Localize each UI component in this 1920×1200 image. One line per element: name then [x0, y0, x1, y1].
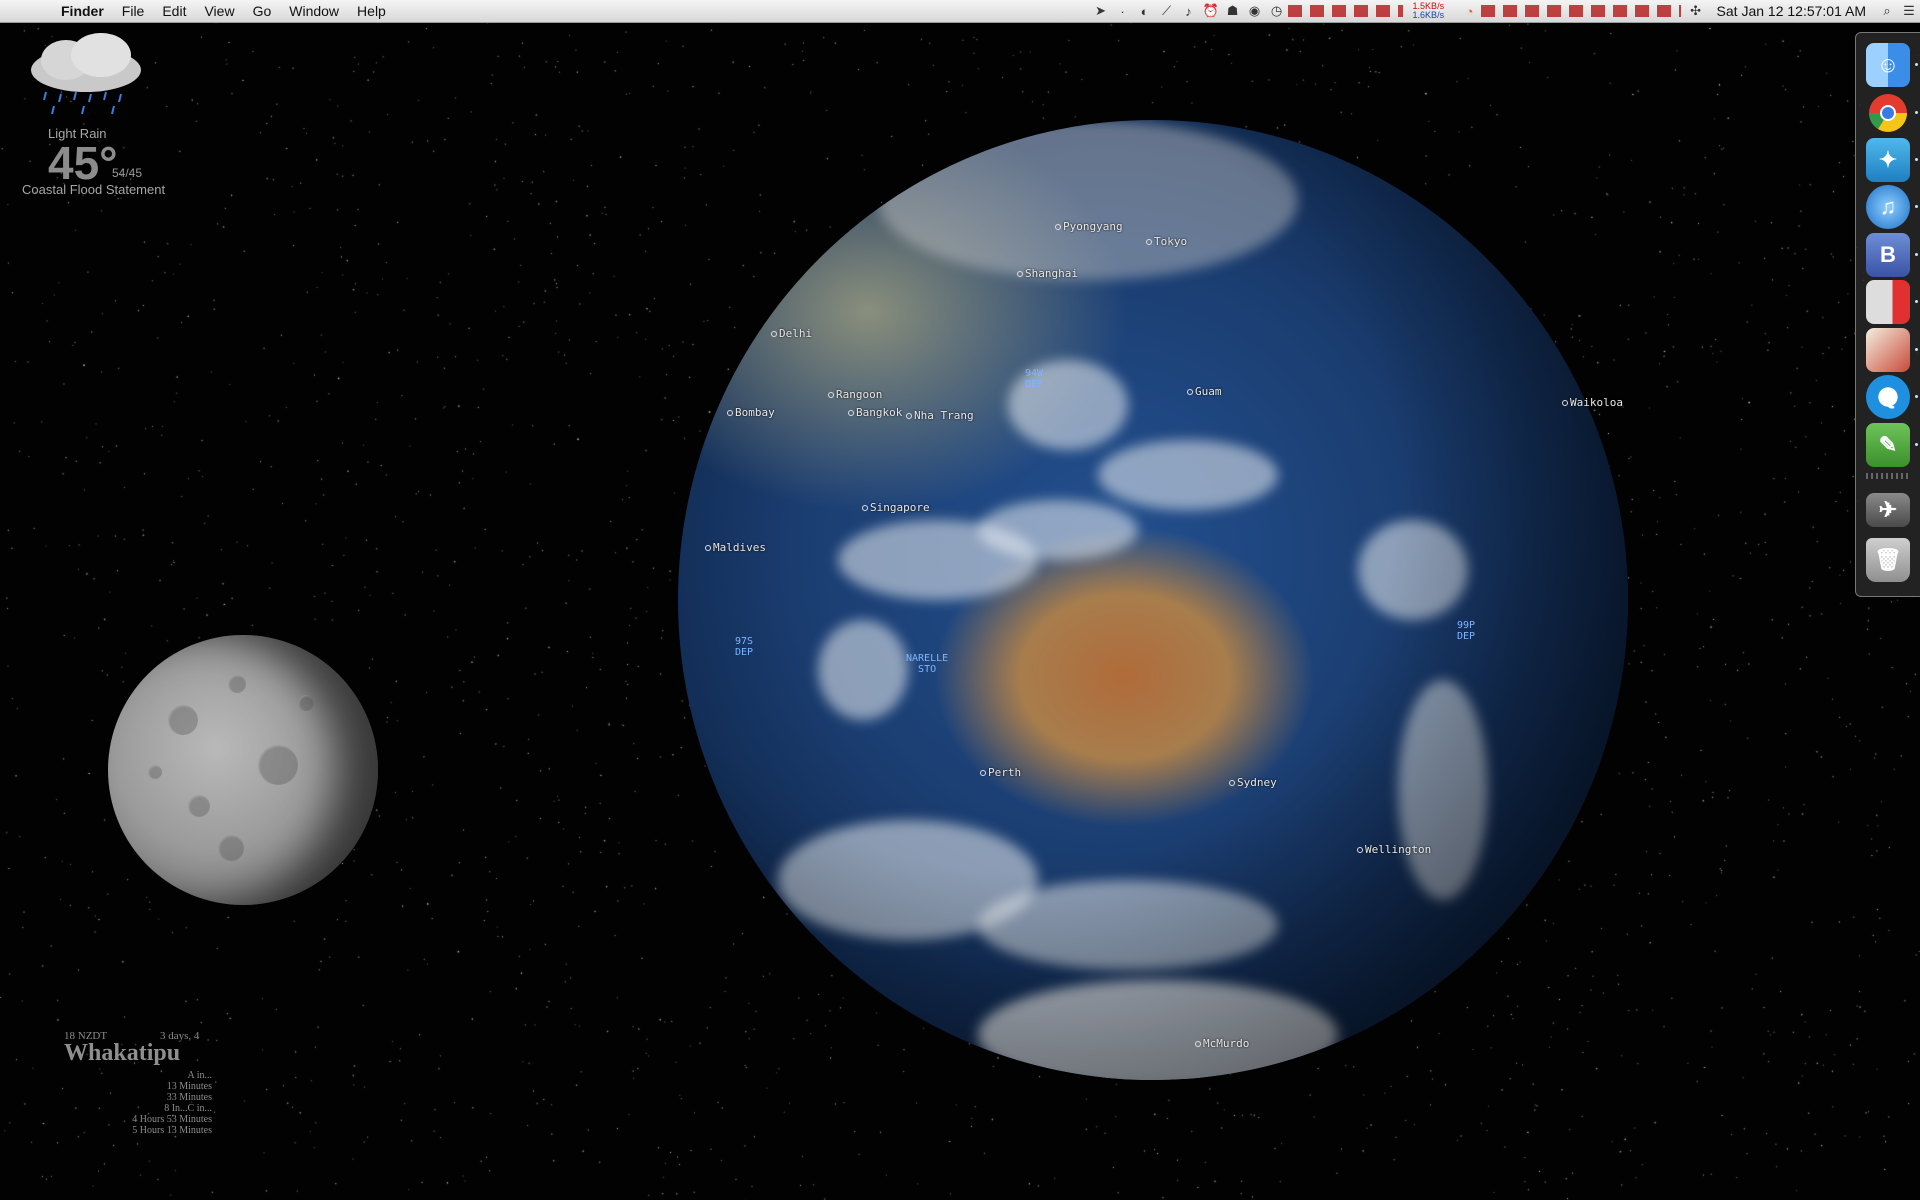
city-label: Waikoloa — [1562, 396, 1623, 409]
menu-edit[interactable]: Edit — [153, 0, 195, 22]
chrome-icon[interactable] — [1866, 91, 1910, 135]
network-stats: 1.5KB/s 1.6KB/s — [1413, 2, 1453, 20]
city-label: Perth — [980, 766, 1021, 779]
activity-monitor-icon[interactable] — [1866, 280, 1910, 324]
earth-shadow — [678, 120, 1628, 1080]
twitter-icon[interactable]: ✦ — [1866, 138, 1910, 182]
city-label: Pyongyang — [1055, 220, 1123, 233]
dot-icon[interactable]: · — [1112, 4, 1134, 19]
city-label: Maldives — [705, 541, 766, 554]
downloads-stack-icon[interactable]: ✈ — [1866, 493, 1910, 527]
net-download: 1.6KB/s — [1412, 10, 1445, 20]
menubar-clock[interactable]: Sat Jan 12 12:57:01 AM — [1707, 3, 1876, 19]
app-menu-finder[interactable]: Finder — [52, 0, 113, 22]
city-label: Bombay — [727, 406, 775, 419]
evernote-icon[interactable]: ✎ — [1866, 423, 1910, 467]
menu-help[interactable]: Help — [348, 0, 395, 22]
menu-bar: Finder File Edit View Go Window Help ➤ ·… — [0, 0, 1920, 23]
arrows-icon[interactable]: ✣ — [1685, 3, 1707, 19]
tide-line: 4 Hours 53 Minutes — [132, 1114, 212, 1125]
tide-line: 13 Minutes — [166, 1081, 212, 1092]
menu-file[interactable]: File — [113, 0, 154, 22]
dock-separator — [1866, 473, 1910, 479]
city-label: McMurdo — [1195, 1037, 1249, 1050]
note-icon[interactable]: ♪ — [1178, 4, 1200, 19]
pie-chart-icon[interactable]: ◔ — [1459, 4, 1481, 19]
storm-label: 99P DEP — [1457, 620, 1476, 642]
city-label: Delhi — [771, 327, 812, 340]
tide-line: 8 In...C in... — [164, 1103, 212, 1114]
trash-icon[interactable]: 🗑 — [1866, 538, 1910, 582]
storm-label: 97S DEP — [735, 636, 754, 658]
alarm-clock-icon[interactable]: ⏰ — [1200, 3, 1222, 19]
city-label: Tokyo — [1146, 235, 1187, 248]
spotlight-search-icon[interactable]: ⌕ — [1876, 3, 1898, 19]
city-label: Wellington — [1357, 843, 1431, 856]
notification-center-icon[interactable]: ☰ — [1898, 3, 1920, 19]
shield-icon[interactable]: ◉ — [1244, 3, 1266, 19]
city-label: Guam — [1187, 385, 1222, 398]
tide-line: 5 Hours 13 Minutes — [132, 1125, 212, 1136]
weather-temperature: 45° — [48, 137, 118, 189]
tide-line: 33 Minutes — [166, 1092, 212, 1103]
cursor-icon[interactable]: ➤ — [1090, 3, 1112, 19]
menu-view[interactable]: View — [195, 0, 243, 22]
menu-window[interactable]: Window — [280, 0, 348, 22]
itunes-icon[interactable]: ♫ — [1866, 185, 1910, 229]
bbedit-icon[interactable]: B — [1866, 233, 1910, 277]
moon-image — [108, 635, 378, 905]
whatsapp-icon[interactable]: ◐ — [1134, 4, 1156, 19]
finder-icon[interactable]: ☺ — [1866, 43, 1910, 87]
city-label: Bangkok — [848, 406, 902, 419]
city-label: Rangoon — [828, 388, 882, 401]
dock: ☺ ✦ ♫ B Q ✎ ✈ 🗑 — [1855, 32, 1920, 597]
storm-label: 94W DEP — [1025, 368, 1044, 390]
city-label: Sydney — [1229, 776, 1277, 789]
city-label: Singapore — [862, 501, 930, 514]
menu-go[interactable]: Go — [244, 0, 281, 22]
rain-cloud-icon — [31, 33, 141, 115]
weather-hi-lo: 54/45 — [112, 166, 143, 180]
earth-globe — [678, 120, 1628, 1080]
tide-line: A in... — [187, 1070, 212, 1081]
time-machine-icon[interactable]: ◷ — [1266, 3, 1288, 19]
cat-icon[interactable]: ☗ — [1222, 3, 1244, 19]
quicktime-icon[interactable]: Q — [1866, 375, 1910, 419]
preview-icon[interactable] — [1866, 328, 1910, 372]
tide-place: Whakatipu — [64, 1040, 181, 1066]
city-label: Shanghai — [1017, 267, 1078, 280]
cpu-graph — [1480, 5, 1681, 17]
network-graph — [1287, 5, 1403, 17]
storm-label: NARELLE STO — [906, 653, 949, 675]
city-label: Nha Trang — [906, 409, 974, 422]
feather-icon[interactable]: ⟋ — [1156, 3, 1178, 19]
weather-alert: Coastal Flood Statement — [22, 182, 166, 197]
